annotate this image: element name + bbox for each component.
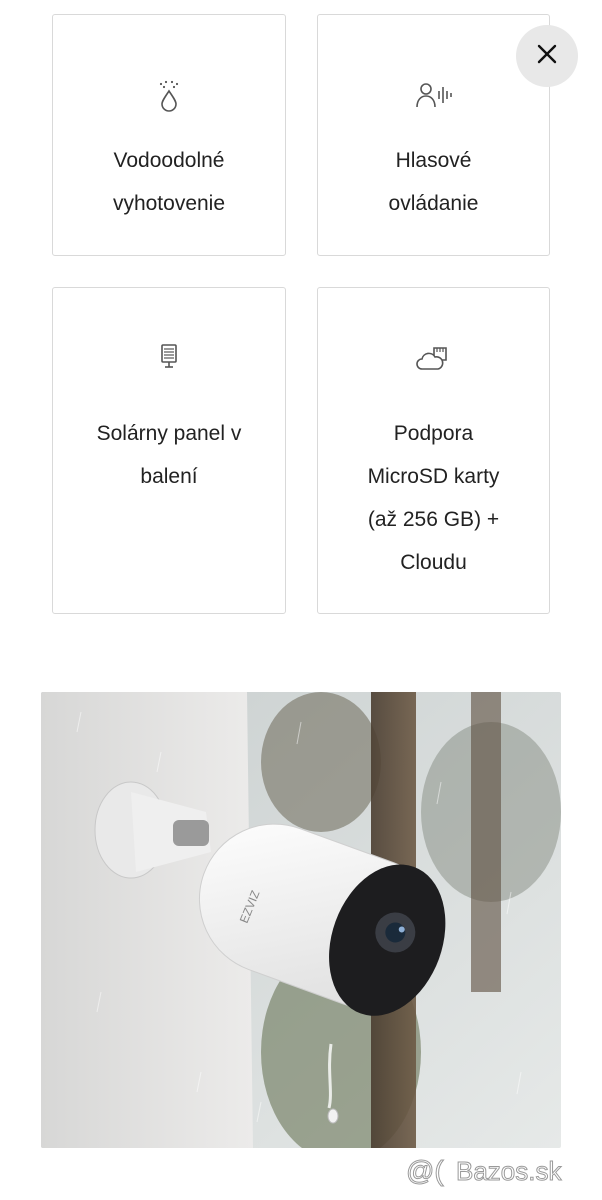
feature-label-line: vyhotovenie bbox=[112, 192, 226, 215]
feature-label-line: (až 256 GB) + bbox=[367, 508, 500, 531]
feature-card-solar-panel: Solárny panel v balení bbox=[52, 287, 286, 614]
feature-card-voice-control: Hlasové ovládanie bbox=[317, 14, 550, 256]
voice-control-icon bbox=[415, 81, 453, 116]
solar-panel-icon bbox=[159, 342, 179, 375]
feature-label-line: Vodoodolné bbox=[113, 149, 225, 172]
sd-card-cloud-icon bbox=[415, 344, 452, 377]
feature-label-line: ovládanie bbox=[388, 192, 479, 215]
feature-label-line: MicroSD karty bbox=[367, 465, 500, 488]
feature-label-line: Hlasové bbox=[395, 149, 472, 172]
feature-card-waterproof: Vodoodolné vyhotovenie bbox=[52, 14, 286, 256]
product-image: EZVIZ bbox=[41, 692, 561, 1148]
watermark-at-icon: @( bbox=[406, 1155, 444, 1186]
close-icon bbox=[536, 43, 558, 70]
water-drop-icon bbox=[156, 79, 182, 118]
feature-label-line: Cloudu bbox=[400, 551, 467, 574]
feature-label-line: balení bbox=[140, 465, 198, 488]
feature-label-line: Podpora bbox=[393, 422, 474, 445]
watermark-text: Bazos.sk bbox=[456, 1156, 562, 1186]
watermark: @( Bazos.sk bbox=[404, 1150, 594, 1190]
feature-label-line: Solárny panel v bbox=[96, 422, 242, 445]
feature-card-microsd-cloud: Podpora MicroSD karty (až 256 GB) + Clou… bbox=[317, 287, 550, 614]
close-button[interactable] bbox=[516, 25, 578, 87]
